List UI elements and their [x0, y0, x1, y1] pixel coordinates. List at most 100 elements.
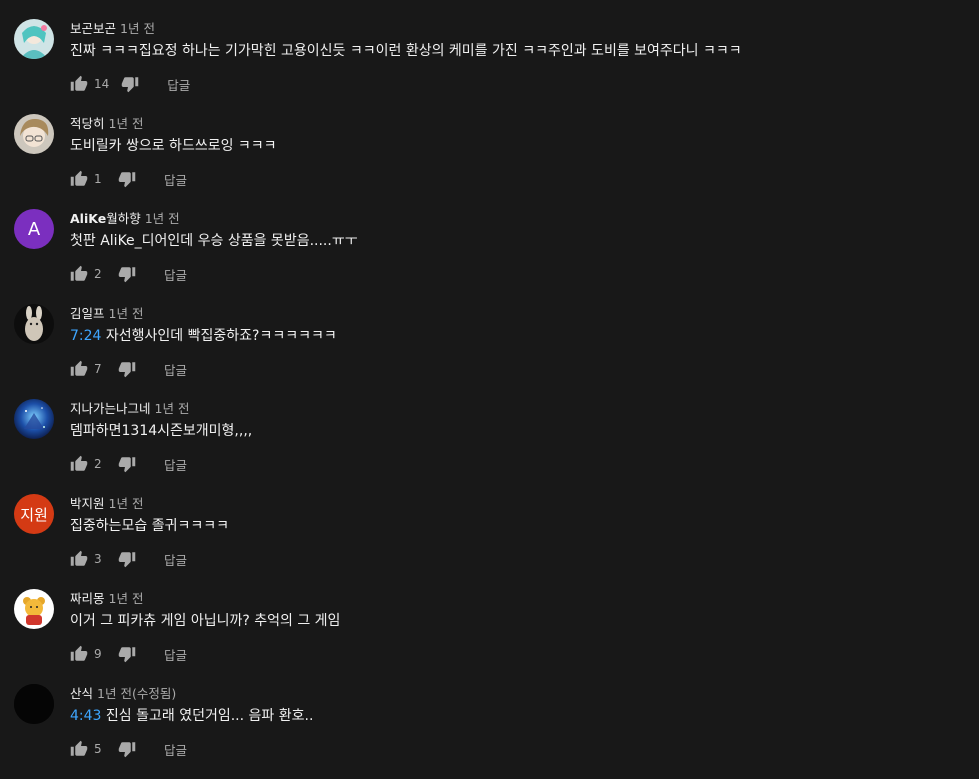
comment-body: 자선행사인데 빡집중하죠?ㅋㅋㅋㅋㅋㅋ	[101, 328, 337, 344]
comment-time[interactable]: 1년 전(수정됨)	[97, 686, 176, 701]
comment-text: 집중하는모습 졸귀ㅋㅋㅋㅋ	[70, 518, 230, 534]
author-name[interactable]: 김일프	[70, 306, 105, 321]
comment-time[interactable]: 1년 전	[145, 211, 180, 226]
comment-actions: 9 답글	[70, 642, 187, 666]
like-count: 7	[94, 362, 102, 376]
like-count: 2	[94, 457, 102, 471]
comment-header: AliKe월하향 1년 전	[70, 208, 180, 226]
like-icon[interactable]	[70, 455, 88, 473]
comment-text: 진짜 ㅋㅋㅋ집요정 하나는 기가막힌 고용이신듯 ㅋㅋ이런 환상의 케미를 가진…	[70, 43, 742, 59]
like-icon[interactable]	[70, 75, 88, 93]
like-count: 2	[94, 267, 102, 281]
comment-time[interactable]: 1년 전	[155, 401, 190, 416]
comment-actions: 2 답글	[70, 262, 187, 286]
comment-header: 김일프 1년 전	[70, 303, 143, 321]
comment-time[interactable]: 1년 전	[109, 116, 144, 131]
author-name-suffix[interactable]: 월하향	[106, 211, 141, 226]
avatar[interactable]	[14, 684, 54, 724]
avatar-letter: A	[27, 218, 41, 240]
dislike-icon[interactable]	[118, 265, 136, 283]
comment-item: 김일프 1년 전 7:24 자선행사인데 빡집중하죠?ㅋㅋㅋㅋㅋㅋ 7 답글	[0, 304, 979, 399]
comment-actions: 7 답글	[70, 357, 187, 381]
reply-button[interactable]: 답글	[164, 550, 187, 569]
bear-avatar-icon	[14, 589, 54, 629]
comment-item: 산식 1년 전(수정됨) 4:43 진심 돌고래 였던거임... 음파 환호.. …	[0, 684, 979, 779]
comment-time[interactable]: 1년 전	[109, 591, 144, 606]
like-count: 3	[94, 552, 102, 566]
author-name[interactable]: 짜리몽	[70, 591, 105, 606]
comment-item: A AliKe월하향 1년 전 첫판 AliKe_디어인데 우승 상품을 못받음.…	[0, 209, 979, 304]
timestamp-link[interactable]: 7:24	[70, 328, 101, 344]
avatar[interactable]: 지원	[14, 494, 54, 534]
comment-header: 산식 1년 전(수정됨)	[70, 683, 176, 701]
timestamp-link[interactable]: 4:43	[70, 708, 101, 724]
like-icon[interactable]	[70, 360, 88, 378]
reply-button[interactable]: 답글	[164, 645, 187, 664]
comment-item: 지나가는나그네 1년 전 뎀파하면1314시즌보개미형,,,, 2 답글	[0, 399, 979, 494]
comment-item: 짜리몽 1년 전 이거 그 피카츄 게임 아닙니까? 추억의 그 게임 9 답글	[0, 589, 979, 684]
comment-text: 7:24 자선행사인데 빡집중하죠?ㅋㅋㅋㅋㅋㅋ	[70, 325, 337, 345]
like-count: 14	[94, 77, 110, 91]
like-icon[interactable]	[70, 740, 88, 758]
reply-button[interactable]: 답글	[164, 360, 187, 379]
author-name[interactable]: 지나가는나그네	[70, 401, 151, 416]
like-icon[interactable]	[70, 645, 88, 663]
like-count: 9	[94, 647, 102, 661]
comment-time[interactable]: 1년 전	[120, 21, 155, 36]
avatar[interactable]	[14, 589, 54, 629]
anime-character-avatar-icon	[14, 114, 54, 154]
comment-time[interactable]: 1년 전	[109, 306, 144, 321]
author-name[interactable]: 산식	[70, 686, 93, 701]
comment-body: 진심 돌고래 였던거임... 음파 환호..	[101, 708, 314, 724]
blue-space-avatar-icon	[14, 399, 54, 439]
author-name[interactable]: 박지원	[70, 496, 105, 511]
avatar[interactable]	[14, 399, 54, 439]
like-count: 1	[94, 172, 102, 186]
comment-text: 첫판 AliKe_디어인데 우승 상품을 못받음.....ㅠㅜ	[70, 233, 358, 249]
comment-time[interactable]: 1년 전	[109, 496, 144, 511]
comment-header: 박지원 1년 전	[70, 493, 143, 511]
author-name[interactable]: AliKe	[70, 211, 106, 226]
comment-text: 뎀파하면1314시즌보개미형,,,,	[70, 423, 253, 439]
comment-header: 짜리몽 1년 전	[70, 588, 143, 606]
avatar[interactable]: A	[14, 209, 54, 249]
reply-button[interactable]: 답글	[167, 75, 190, 94]
dislike-icon[interactable]	[121, 75, 139, 93]
reply-button[interactable]: 답글	[164, 740, 187, 759]
comment-header: 적당히 1년 전	[70, 113, 143, 131]
comment-text: 이거 그 피카츄 게임 아닙니까? 추억의 그 게임	[70, 613, 341, 629]
dislike-icon[interactable]	[118, 170, 136, 188]
avatar-letter: 지원	[20, 505, 48, 524]
comments-section: 보곤보곤 1년 전 진짜 ㅋㅋㅋ집요정 하나는 기가막힌 고용이신듯 ㅋㅋ이런 환…	[0, 0, 979, 759]
comment-item: 보곤보곤 1년 전 진짜 ㅋㅋㅋ집요정 하나는 기가막힌 고용이신듯 ㅋㅋ이런 환…	[0, 19, 979, 114]
like-icon[interactable]	[70, 550, 88, 568]
dislike-icon[interactable]	[118, 645, 136, 663]
teal-character-avatar-icon	[14, 19, 54, 59]
comment-text: 4:43 진심 돌고래 였던거임... 음파 환호..	[70, 705, 313, 725]
comment-text: 도비릴카 쌍으로 하드쓰로잉 ㅋㅋㅋ	[70, 138, 277, 154]
like-icon[interactable]	[70, 170, 88, 188]
avatar[interactable]	[14, 114, 54, 154]
reply-button[interactable]: 답글	[164, 455, 187, 474]
black-avatar-icon	[14, 684, 54, 724]
comment-item: 적당히 1년 전 도비릴카 쌍으로 하드쓰로잉 ㅋㅋㅋ 1 답글	[0, 114, 979, 209]
comment-actions: 1 답글	[70, 167, 187, 191]
dislike-icon[interactable]	[118, 740, 136, 758]
dislike-icon[interactable]	[118, 360, 136, 378]
author-name[interactable]: 보곤보곤	[70, 21, 116, 36]
reply-button[interactable]: 답글	[164, 170, 187, 189]
author-name[interactable]: 적당히	[70, 116, 105, 131]
comment-actions: 5 답글	[70, 737, 187, 761]
like-icon[interactable]	[70, 265, 88, 283]
avatar[interactable]	[14, 304, 54, 344]
dislike-icon[interactable]	[118, 455, 136, 473]
reply-button[interactable]: 답글	[164, 265, 187, 284]
comment-item: 지원 박지원 1년 전 집중하는모습 졸귀ㅋㅋㅋㅋ 3 답글	[0, 494, 979, 589]
rabbit-avatar-icon	[14, 304, 54, 344]
like-count: 5	[94, 742, 102, 756]
comment-actions: 2 답글	[70, 452, 187, 476]
dislike-icon[interactable]	[118, 550, 136, 568]
comment-header: 지나가는나그네 1년 전	[70, 398, 189, 416]
comment-actions: 14 답글	[70, 72, 190, 96]
avatar[interactable]	[14, 19, 54, 59]
